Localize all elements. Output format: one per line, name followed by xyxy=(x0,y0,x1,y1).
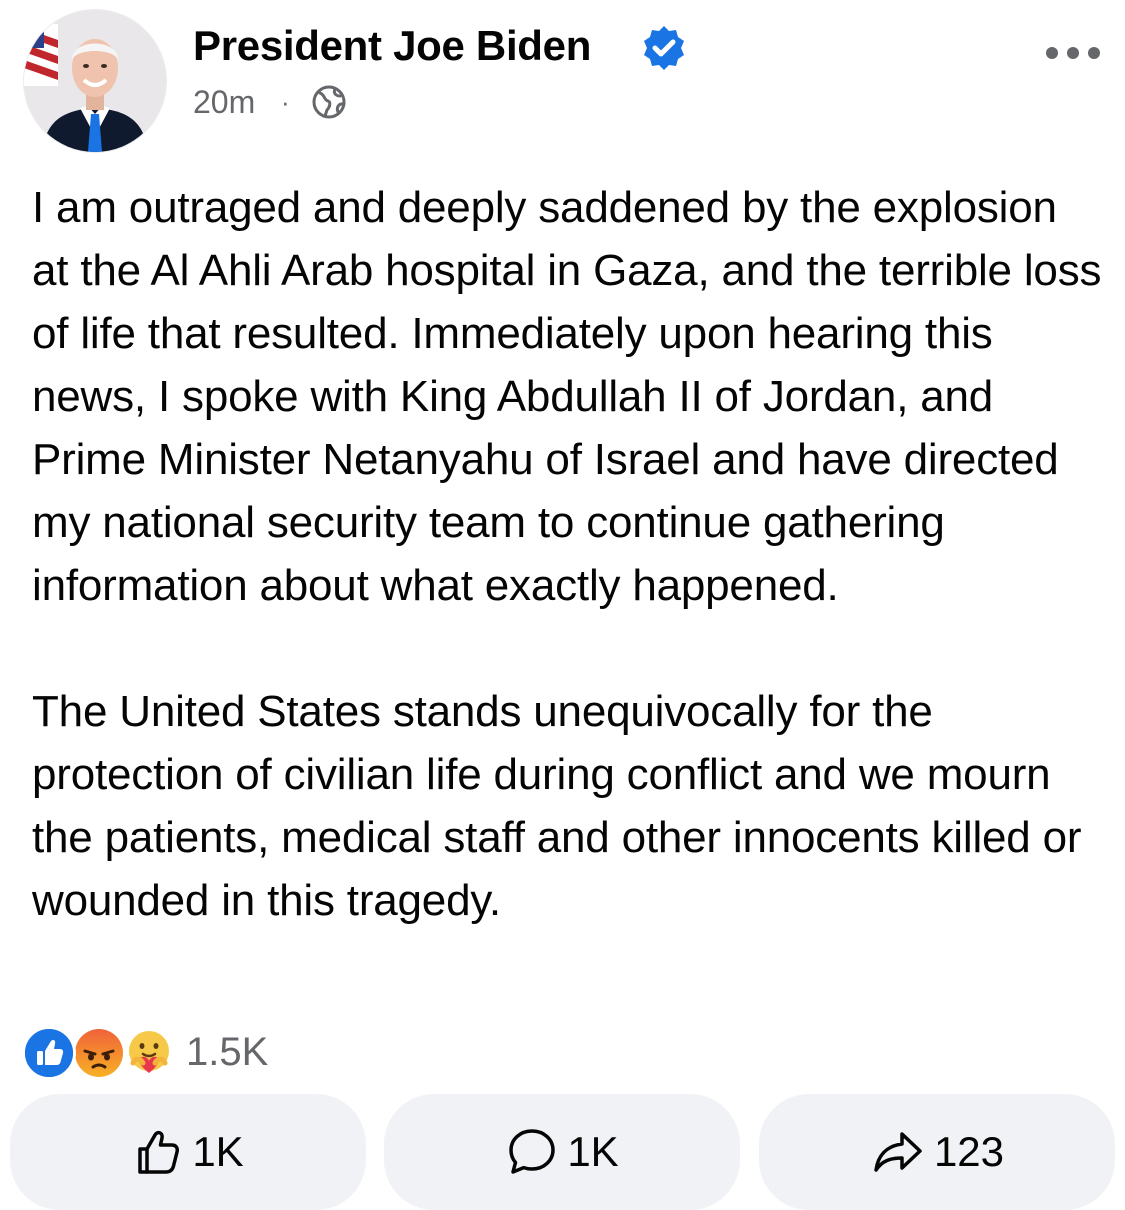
like-count: 1K xyxy=(192,1128,244,1175)
share-button[interactable]: 123 xyxy=(759,1094,1115,1210)
author-name[interactable]: President Joe Biden xyxy=(193,20,591,72)
reaction-count[interactable]: 1.5K xyxy=(186,1024,268,1080)
verified-badge-icon xyxy=(644,26,684,70)
post-paragraph: I am outraged and deeply saddened by the… xyxy=(32,183,1102,610)
post-text: I am outraged and deeply saddened by the… xyxy=(32,176,1102,932)
post-timestamp[interactable]: 20m xyxy=(193,80,255,124)
thumbs-up-icon xyxy=(138,1130,180,1174)
like-button[interactable]: 1K xyxy=(10,1094,366,1210)
comment-bubble-icon xyxy=(509,1129,556,1174)
like-reaction-icon xyxy=(22,1026,76,1080)
comment-button[interactable]: 1K xyxy=(384,1094,740,1210)
post-header: President Joe Biden 20m · xyxy=(0,0,1125,160)
post-paragraph: The United States stands unequivocally f… xyxy=(32,687,1082,925)
avatar-photo xyxy=(24,10,166,152)
share-count: 123 xyxy=(933,1128,1005,1175)
more-horizontal-icon[interactable] xyxy=(1044,40,1102,66)
care-reaction-icon xyxy=(122,1026,176,1080)
comment-count: 1K xyxy=(567,1128,619,1175)
meta-separator: · xyxy=(281,87,290,117)
flag-graphic xyxy=(24,20,58,86)
globe-icon[interactable] xyxy=(311,84,347,120)
post-actions: 1K 1K 123 xyxy=(0,1094,1125,1210)
reactions-summary[interactable]: 1.5K xyxy=(22,1024,422,1080)
angry-reaction-icon xyxy=(72,1026,126,1080)
avatar[interactable] xyxy=(24,10,166,152)
share-arrow-icon xyxy=(874,1132,922,1172)
